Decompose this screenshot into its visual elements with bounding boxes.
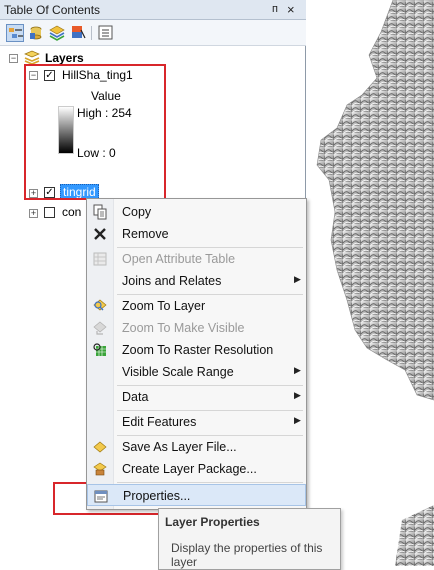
zoom-to-layer-icon [92, 298, 108, 314]
pin-icon[interactable]: ᴨ [272, 3, 278, 15]
layer-visibility-checkbox[interactable] [44, 207, 55, 218]
toc-title-bar: Table Of Contents ᴨ × [0, 0, 306, 20]
menu-item-remove[interactable]: Remove [87, 223, 306, 245]
toc-title: Table Of Contents [4, 3, 101, 17]
options-icon[interactable] [97, 24, 115, 42]
menu-item-open-attribute-table[interactable]: Open Attribute Table [87, 248, 306, 270]
map-view[interactable] [307, 0, 434, 566]
list-by-selection-icon[interactable] [69, 24, 87, 42]
menu-item-label: Zoom To Raster Resolution [122, 343, 274, 357]
menu-item-zoom-to-raster-resolution[interactable]: Zoom To Raster Resolution [87, 339, 306, 361]
menu-item-label: Remove [122, 227, 169, 241]
annotation-highlight-box [24, 64, 166, 200]
menu-item-label: Save As Layer File... [122, 440, 237, 454]
menu-item-label: Edit Features [122, 415, 197, 429]
toc-toolbar [0, 20, 306, 46]
layer-name: con [62, 205, 82, 219]
menu-item-label: Create Layer Package... [122, 462, 257, 476]
remove-icon [92, 226, 108, 242]
menu-item-zoom-to-layer[interactable]: Zoom To Layer [87, 295, 306, 317]
list-by-drawing-order-icon[interactable] [6, 24, 24, 42]
menu-item-properties[interactable]: Properties... [87, 484, 306, 506]
submenu-arrow-icon: ▶ [294, 390, 301, 400]
layers-label: Layers [45, 51, 84, 65]
table-icon [92, 251, 108, 267]
layer-package-icon [92, 461, 108, 477]
collapse-icon[interactable]: − [9, 54, 18, 63]
toolbar-separator [91, 26, 92, 40]
submenu-arrow-icon: ▶ [294, 274, 301, 284]
menu-item-save-as-layer-file[interactable]: Save As Layer File... [87, 436, 306, 458]
menu-item-label: Open Attribute Table [122, 252, 236, 266]
menu-item-joins-and-relates[interactable]: Joins and Relates ▶ [87, 270, 306, 292]
menu-item-label: Zoom To Make Visible [122, 321, 245, 335]
copy-icon [92, 204, 108, 220]
menu-item-label: Properties... [123, 489, 191, 503]
list-by-source-icon[interactable] [27, 24, 45, 42]
menu-item-data[interactable]: Data ▶ [87, 386, 306, 408]
zoom-visible-icon [92, 320, 108, 336]
tooltip-title: Layer Properties [165, 515, 260, 529]
save-layer-icon [92, 439, 108, 455]
properties-tooltip: Layer Properties Display the properties … [158, 508, 341, 570]
menu-item-label: Zoom To Layer [122, 299, 206, 313]
menu-item-label: Copy [122, 205, 152, 219]
list-by-visibility-icon[interactable] [48, 24, 66, 42]
layer-context-menu: Copy Remove Open Attribute Table Joins a… [86, 198, 307, 510]
submenu-arrow-icon: ▶ [294, 365, 301, 375]
menu-item-visible-scale-range[interactable]: Visible Scale Range ▶ [87, 361, 306, 383]
submenu-arrow-icon: ▶ [294, 415, 301, 425]
menu-item-label: Data [122, 390, 149, 404]
menu-item-label: Visible Scale Range [122, 365, 234, 379]
menu-item-label: Joins and Relates [122, 274, 222, 288]
tooltip-description: Display the properties of this layer [171, 541, 323, 569]
expand-icon[interactable]: + [29, 209, 38, 218]
raster-resolution-icon [92, 342, 108, 358]
properties-icon [93, 488, 109, 504]
close-icon[interactable]: × [287, 2, 295, 17]
menu-item-copy[interactable]: Copy [87, 201, 306, 223]
menu-item-zoom-to-make-visible[interactable]: Zoom To Make Visible [87, 317, 306, 339]
menu-item-edit-features[interactable]: Edit Features ▶ [87, 411, 306, 433]
menu-separator [117, 482, 303, 483]
hillshade-terrain-image [316, 0, 434, 566]
menu-item-create-layer-package[interactable]: Create Layer Package... [87, 458, 306, 480]
